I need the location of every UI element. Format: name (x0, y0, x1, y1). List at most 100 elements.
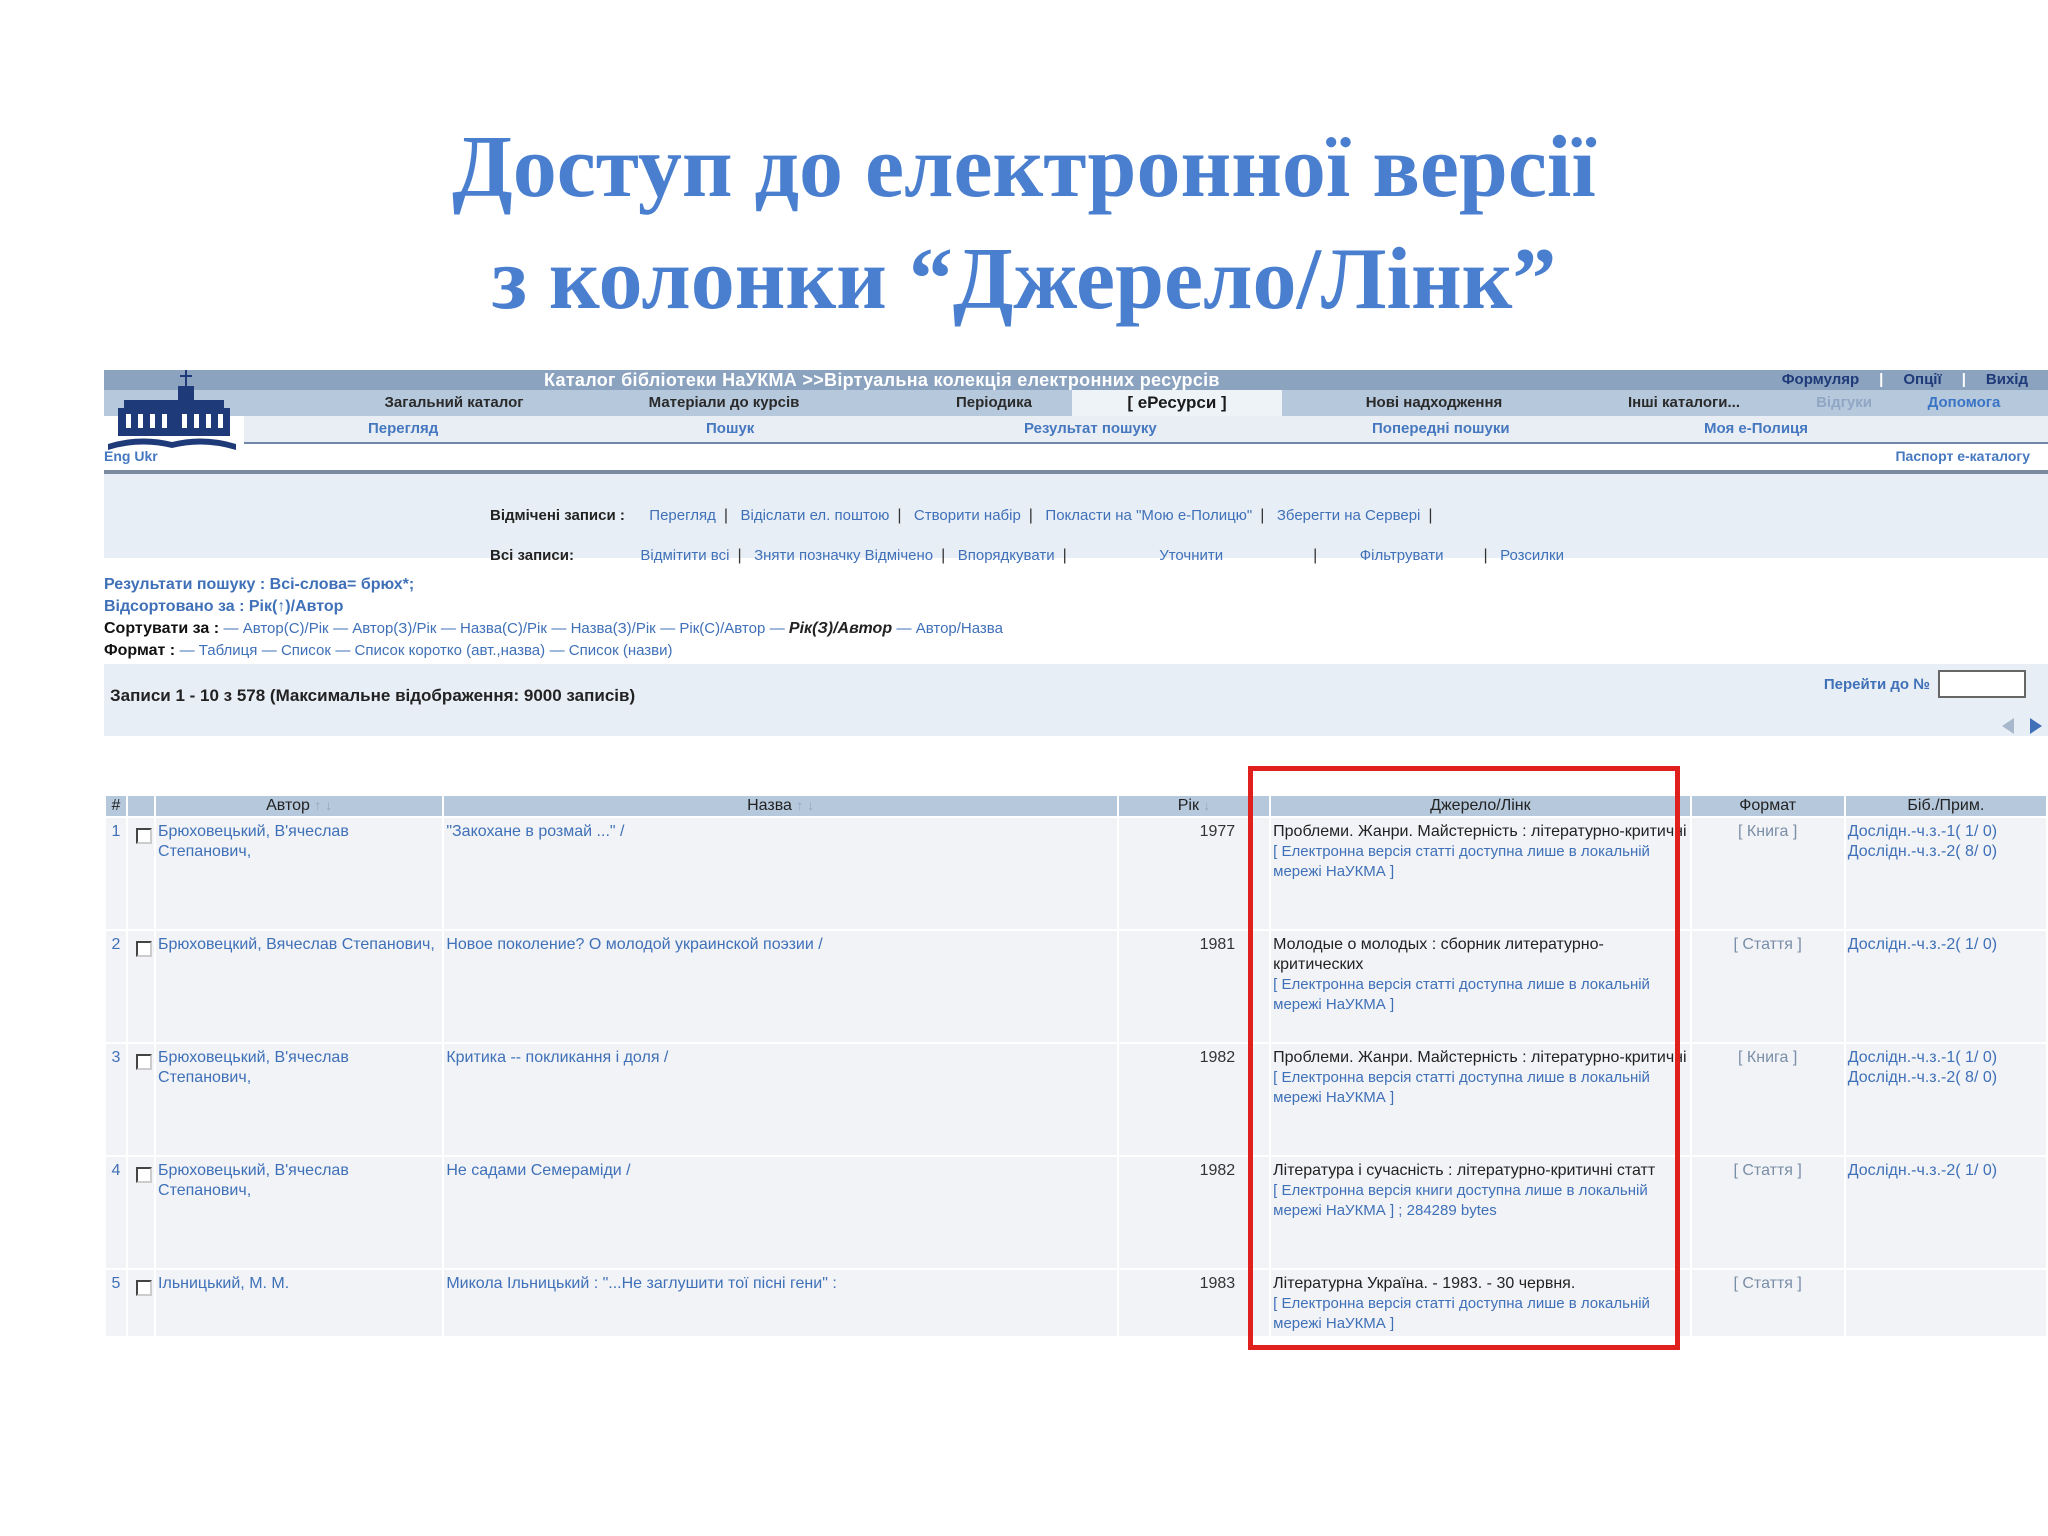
row-title[interactable]: "Закохане в розмай ..." / (444, 818, 1118, 929)
header-num: # (106, 796, 127, 816)
passport-link[interactable]: Паспорт е-каталогу (1895, 448, 2030, 464)
slide-title-line-2: з колонки “Джерело/Лінк” (491, 231, 1557, 328)
records-count-panel: Записи 1 - 10 з 578 (Максимальне відобра… (104, 664, 2048, 736)
row-holdings: Дослідн.-ч.з.-2( 1/ 0) (1845, 931, 2046, 1042)
catalog-screenshot: Каталог бібліотеки НаУКМА >>Віртуальна к… (104, 362, 2048, 1336)
sort-option[interactable]: Назва(С)/Рік (460, 620, 547, 637)
subnav-search-result[interactable]: Результат пошуку (1024, 416, 1157, 442)
row-checkbox[interactable] (136, 828, 153, 844)
marked-records-label: Відмічені записи : (490, 507, 625, 524)
row-title[interactable]: Новое поколение? О молодой украинской по… (444, 931, 1118, 1042)
sort-option-active: Рік(З)/Автор (788, 620, 893, 637)
row-year: 1982 (1119, 1044, 1270, 1155)
format-option[interactable]: Список коротко (авт.,назва) (355, 642, 546, 659)
tab-eresources[interactable]: [ еРесурси ] (1072, 390, 1282, 416)
select-all-link[interactable]: Відмітити всі (640, 547, 729, 564)
row-number: 2 (106, 931, 127, 1042)
row-format: [ Книга ] (1691, 1044, 1844, 1155)
row-holdings: Дослідн.-ч.з.-1( 1/ 0) Дослідн.-ч.з.-2( 8… (1845, 1044, 2046, 1155)
row-author[interactable]: Брюховецький, В'ячеслав Степанович, (156, 1157, 443, 1268)
row-title[interactable]: Не садами Семераміди / (444, 1157, 1118, 1268)
sort-records-link[interactable]: Впорядкувати (958, 547, 1055, 564)
row-title[interactable]: Микола Ільницький : "...Не заглушити тої… (444, 1270, 1118, 1336)
subnav-previous-searches[interactable]: Попередні пошуки (1372, 416, 1510, 442)
options-link[interactable]: Опції (1903, 370, 1941, 390)
sort-arrows-icon[interactable]: ↑ ↓ (314, 797, 332, 813)
marked-save-server-link[interactable]: Зберегти на Сервері (1277, 507, 1421, 524)
slide-title: Доступ до електронної версії з колонки “… (0, 112, 2048, 336)
row-format: [ Стаття ] (1691, 1157, 1844, 1268)
row-holdings (1845, 1270, 2046, 1336)
format-option[interactable]: Таблиця (199, 642, 258, 659)
mailing-link[interactable]: Розсилки (1500, 547, 1564, 564)
tab-other-catalogs[interactable]: Інші каталоги... (1604, 390, 1764, 416)
main-tabs: Загальний каталог Матеріали до курсів Пе… (104, 390, 2048, 416)
table-row: 5 Ільницький, М. М. Микола Ільницький : … (106, 1270, 2046, 1336)
row-year: 1981 (1119, 931, 1270, 1042)
row-holdings: Дослідн.-ч.з.-1( 1/ 0) Дослідн.-ч.з.-2( 8… (1845, 818, 2046, 929)
row-author[interactable]: Брюховецький, В'ячеслав Степанович, (156, 818, 443, 929)
tab-help[interactable]: Допомога (1914, 390, 2014, 416)
separator: | (1879, 371, 1884, 388)
marked-view-link[interactable]: Перегляд (649, 507, 716, 524)
filter-link[interactable]: Фільтрувати (1360, 547, 1444, 564)
language-switch[interactable]: Eng Ukr (104, 448, 158, 464)
header-bib: Біб./Прим. (1845, 796, 2046, 816)
tab-feedback[interactable]: Відгуки (1804, 390, 1884, 416)
all-records-label: Всі записи: (490, 547, 574, 564)
row-checkbox[interactable] (136, 1054, 153, 1070)
sort-option[interactable]: Назва(З)/Рік (571, 620, 656, 637)
row-number: 3 (106, 1044, 127, 1155)
row-checkbox[interactable] (136, 1167, 153, 1183)
refine-link[interactable]: Уточнити (1159, 547, 1223, 564)
unmark-link[interactable]: Зняти позначку Відмічено (754, 547, 933, 564)
tab-new-arrivals[interactable]: Нові надходження (1344, 390, 1524, 416)
separator: | (1961, 371, 1966, 388)
header-format: Формат (1691, 796, 1844, 816)
format-option[interactable]: Список (281, 642, 331, 659)
sort-option[interactable]: Автор/Назва (916, 620, 1003, 637)
row-year: 1982 (1119, 1157, 1270, 1268)
row-title[interactable]: Критика -- покликання і доля / (444, 1044, 1118, 1155)
table-row: 4 Брюховецький, В'ячеслав Степанович, Не… (106, 1157, 2046, 1268)
next-page-icon[interactable] (2030, 718, 2042, 734)
tab-periodicals[interactable]: Періодика (924, 390, 1064, 416)
subnav-search[interactable]: Пошук (706, 416, 754, 442)
marked-email-link[interactable]: Відіслати ел. поштою (740, 507, 889, 524)
sub-navigation: Перегляд Пошук Результат пошуку Попередн… (244, 416, 2048, 444)
goto-input[interactable] (1938, 670, 2026, 698)
format-option[interactable]: Список (назви) (569, 642, 673, 659)
all-records-row: Всі записи: Відмітити всі | Зняти позначк… (490, 547, 1564, 564)
sort-option[interactable]: Рік(С)/Автор (679, 620, 765, 637)
subnav-my-eshelf[interactable]: Моя е-Полиця (1704, 416, 1808, 442)
sort-option[interactable]: Автор(С)/Рік (243, 620, 329, 637)
row-number: 5 (106, 1270, 127, 1336)
tab-course-materials[interactable]: Матеріали до курсів (624, 390, 824, 416)
previous-page-icon[interactable] (2002, 718, 2014, 734)
row-number: 4 (106, 1157, 127, 1268)
tab-general-catalog[interactable]: Загальний каталог (354, 390, 554, 416)
row-author[interactable]: Ільницький, М. М. (156, 1270, 443, 1336)
sort-arrows-icon[interactable]: ↑ ↓ (796, 797, 814, 813)
marked-eshelf-link[interactable]: Покласти на "Мою е-Полицю" (1045, 507, 1252, 524)
header-author[interactable]: Автор ↑ ↓ (156, 796, 443, 816)
sorted-by: Відсортовано за : Рік(↑)/Автор (104, 598, 344, 615)
actions-panel: Відмічені записи : Перегляд | Відіслати е… (104, 474, 2048, 564)
row-checkbox[interactable] (136, 941, 153, 957)
table-row: 2 Брюховецкий, Вячеслав Степанович, Ново… (106, 931, 2046, 1042)
marked-create-set-link[interactable]: Створити набір (914, 507, 1021, 524)
formulary-link[interactable]: Формуляр (1782, 370, 1859, 390)
sort-arrow-icon[interactable]: ↓ (1203, 797, 1210, 813)
header-year[interactable]: Рік ↓ (1119, 796, 1270, 816)
top-bar: Каталог бібліотеки НаУКМА >>Віртуальна к… (104, 370, 2048, 390)
row-author[interactable]: Брюховецкий, Вячеслав Степанович, (156, 931, 443, 1042)
header-title[interactable]: Назва ↑ ↓ (444, 796, 1118, 816)
row-year: 1983 (1119, 1270, 1270, 1336)
subnav-browse[interactable]: Перегляд (368, 416, 438, 442)
row-checkbox[interactable] (136, 1280, 153, 1296)
exit-link[interactable]: Вихід (1986, 370, 2028, 390)
row-author[interactable]: Брюховецький, В'ячеслав Степанович, (156, 1044, 443, 1155)
library-logo (108, 370, 236, 450)
sort-option[interactable]: Автор(З)/Рік (352, 620, 436, 637)
search-results-info: Результати пошуку : Всі-слова= брюх*; Ві… (104, 574, 1003, 662)
